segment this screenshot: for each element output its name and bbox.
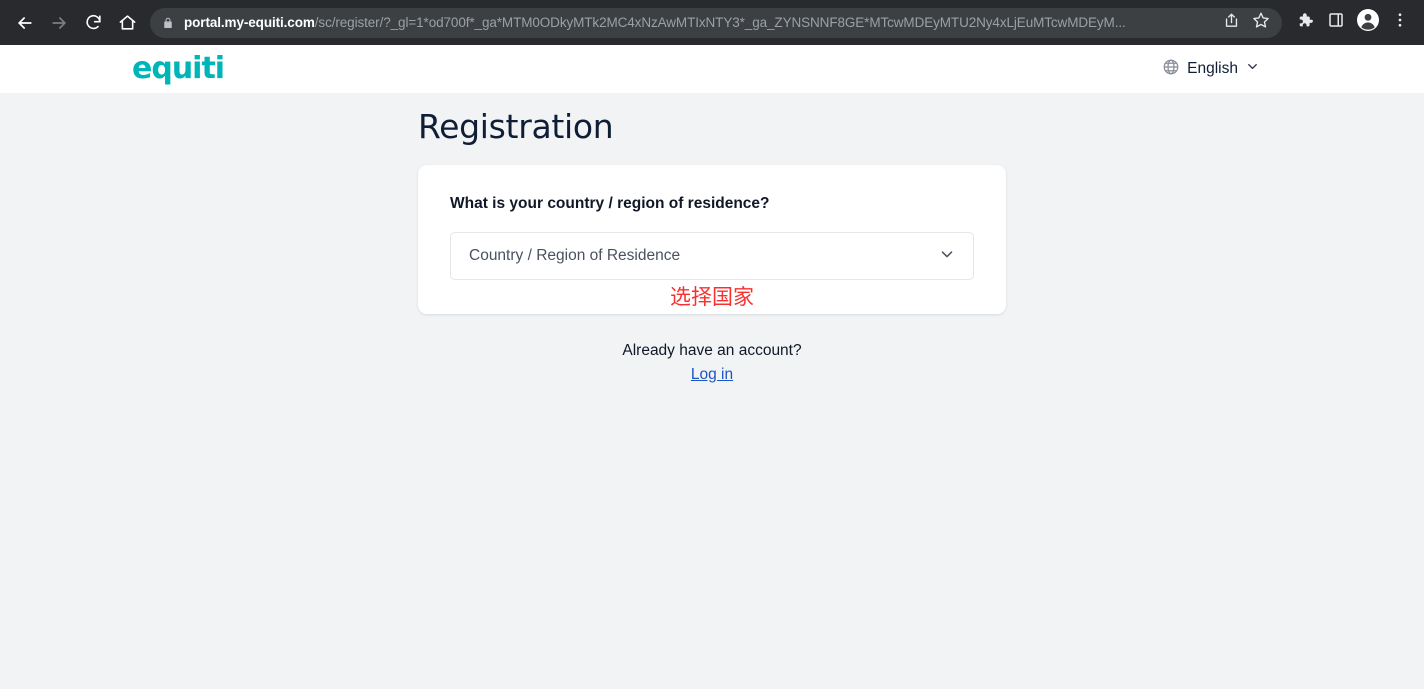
page-viewport: equiti English Registration What is your… <box>0 45 1424 689</box>
back-button[interactable] <box>8 6 42 40</box>
share-button[interactable] <box>1216 8 1246 38</box>
lock-icon <box>162 16 174 30</box>
reload-button[interactable] <box>76 6 110 40</box>
profile-avatar-icon <box>1356 8 1380 37</box>
home-icon <box>118 13 137 32</box>
omnibox-actions <box>1216 8 1276 38</box>
share-icon <box>1223 12 1240 34</box>
home-button[interactable] <box>110 6 144 40</box>
country-region-select[interactable]: Country / Region of Residence <box>450 232 974 280</box>
already-have-account-text: Already have an account? <box>622 342 802 359</box>
login-prompt-section: Already have an account? Log in <box>622 342 801 384</box>
language-label: English <box>1187 60 1238 77</box>
country-question-label: What is your country / region of residen… <box>450 195 770 212</box>
log-in-link[interactable]: Log in <box>691 366 733 384</box>
page-title: Registration <box>418 107 614 146</box>
site-header: equiti English <box>0 45 1424 93</box>
browser-toolbar-right <box>1288 6 1416 40</box>
star-icon <box>1252 11 1270 34</box>
language-switcher[interactable]: English <box>1162 58 1400 81</box>
profile-button[interactable] <box>1352 6 1384 40</box>
url-path: /sc/register/?_gl=1*od700f*_ga*MTM0ODkyM… <box>314 15 1126 30</box>
arrow-right-icon <box>49 13 69 33</box>
side-panel-button[interactable] <box>1320 6 1352 40</box>
globe-icon <box>1162 58 1180 81</box>
country-selection-card: What is your country / region of residen… <box>418 165 1006 314</box>
browser-toolbar: portal.my-equiti.com/sc/register/?_gl=1*… <box>0 0 1424 45</box>
chevron-down-icon <box>938 245 956 268</box>
url-host: portal.my-equiti.com <box>184 15 315 30</box>
reload-icon <box>84 13 103 32</box>
side-panel-icon <box>1327 11 1345 34</box>
forward-button[interactable] <box>42 6 76 40</box>
registration-content: Registration What is your country / regi… <box>0 93 1424 384</box>
arrow-left-icon <box>15 13 35 33</box>
chevron-down-icon <box>1245 59 1260 79</box>
puzzle-icon <box>1295 11 1314 35</box>
three-dot-menu-icon <box>1391 11 1409 34</box>
annotation-select-country: 选择国家 <box>670 285 754 309</box>
url-text: portal.my-equiti.com/sc/register/?_gl=1*… <box>184 15 1216 30</box>
address-bar[interactable]: portal.my-equiti.com/sc/register/?_gl=1*… <box>150 7 1282 38</box>
browser-menu-button[interactable] <box>1384 6 1416 40</box>
bookmark-button[interactable] <box>1246 8 1276 38</box>
equiti-logo[interactable]: equiti <box>132 54 225 84</box>
extensions-button[interactable] <box>1288 6 1320 40</box>
country-select-placeholder: Country / Region of Residence <box>469 247 681 264</box>
